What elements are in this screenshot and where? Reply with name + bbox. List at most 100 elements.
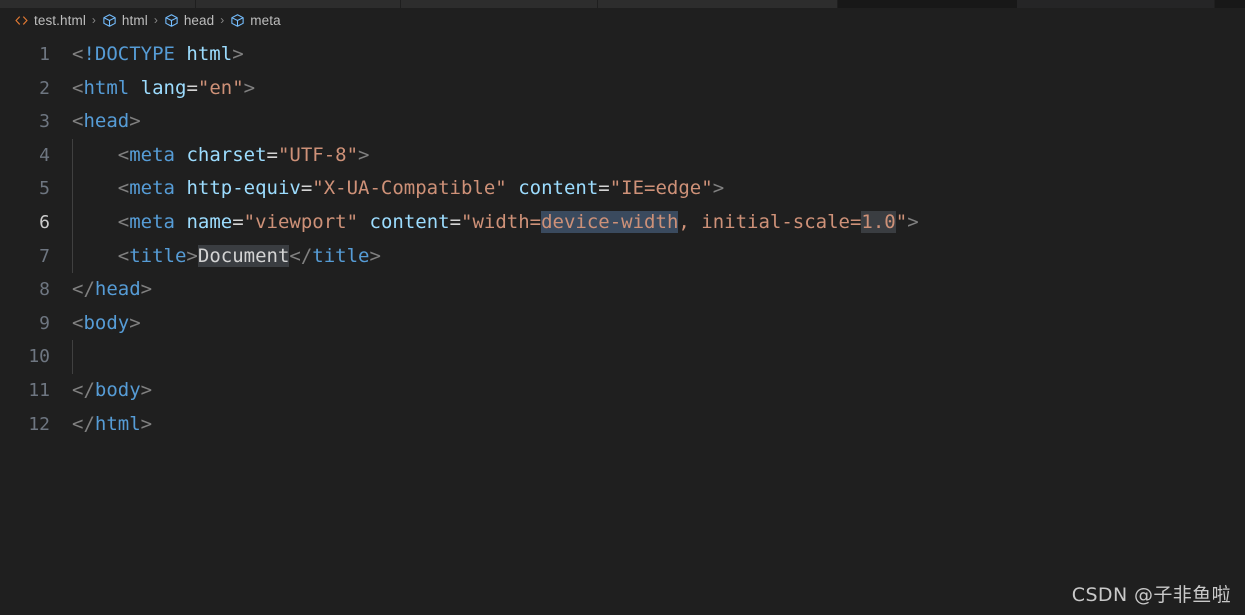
code-token: =	[186, 76, 198, 99]
code-line[interactable]: 12 </html>	[0, 408, 1245, 442]
code-token: html	[94, 412, 141, 435]
breadcrumb-item-label: head	[183, 12, 215, 28]
code-token: "en"	[197, 76, 244, 99]
breadcrumb-item-meta[interactable]: meta	[230, 12, 281, 28]
code-line[interactable]: 5 <meta http-equiv="X-UA-Compatible" con…	[0, 172, 1245, 206]
code-line[interactable]: 9 <body>	[0, 307, 1245, 341]
code-token: <	[72, 43, 84, 65]
code-token: >	[712, 177, 725, 200]
code-line-content[interactable]: <title>Document</title>	[72, 239, 1245, 274]
line-number: 1	[39, 44, 50, 65]
code-token: <	[117, 210, 130, 233]
line-number: 3	[39, 111, 50, 133]
code-lines-container[interactable]: 1 <!DOCTYPE html> 2 <html lang="en"> 3 <head>…	[0, 32, 1245, 441]
tab-segment[interactable]	[1016, 0, 1216, 8]
tab-segment[interactable]	[401, 0, 598, 8]
line-number: 6	[39, 211, 50, 233]
code-token: html	[186, 43, 233, 65]
breadcrumb[interactable]: test.html › html › head › meta	[0, 8, 1245, 32]
breadcrumb-item-test-html[interactable]: test.html	[14, 13, 86, 28]
tab-segment[interactable]	[1215, 0, 1245, 8]
code-line-content[interactable]: <meta http-equiv="X-UA-Compatible" conte…	[72, 172, 1245, 206]
code-line-content[interactable]: <body>	[72, 307, 1245, 341]
code-token: </	[72, 378, 95, 401]
code-line-content[interactable]: <html lang="en">	[72, 72, 1245, 106]
code-line[interactable]: 1 <!DOCTYPE html>	[0, 38, 1245, 72]
tab-segment[interactable]	[597, 0, 838, 8]
code-token: "viewport"	[243, 210, 359, 233]
csdn-watermark: CSDN @子非鱼啦	[1071, 584, 1231, 606]
code-token: <	[117, 143, 130, 166]
code-line-content[interactable]: </body>	[72, 374, 1245, 408]
breadcrumb-separator: ›	[220, 13, 225, 27]
code-line[interactable]: 10	[0, 340, 1245, 374]
code-token: >	[129, 311, 141, 334]
code-token: >	[140, 278, 153, 301]
code-token: >	[186, 244, 198, 267]
code-token: =	[598, 177, 610, 200]
code-token: <	[72, 311, 84, 334]
highlighted-token: Document	[197, 244, 290, 267]
code-token: , initial-scale=	[678, 210, 862, 233]
code-line[interactable]: 6 <meta name="viewport" content="width=d…	[0, 205, 1245, 240]
code-line[interactable]: 4 <meta charset="UTF-8">	[0, 138, 1245, 173]
code-token: "	[895, 210, 908, 233]
code-line-content[interactable]: <head>	[72, 105, 1245, 139]
code-line[interactable]: 7 <title>Document</title>	[0, 239, 1245, 274]
code-line[interactable]: 3 <head>	[0, 105, 1245, 139]
code-token: >	[140, 378, 153, 401]
editor-tab-bar[interactable]	[0, 0, 1245, 8]
code-token: name	[186, 210, 233, 233]
breadcrumb-separator: ›	[153, 13, 158, 27]
code-token: <	[117, 177, 130, 200]
tab-segment[interactable]	[196, 0, 402, 8]
code-line-content[interactable]: <meta name="viewport" content="width=dev…	[72, 205, 1245, 240]
code-token: <	[117, 244, 130, 267]
code-token: body	[83, 311, 130, 334]
code-token: title	[129, 244, 187, 267]
code-line-content[interactable]: </head>	[72, 273, 1245, 307]
selected-text: device-width	[541, 210, 679, 233]
code-token: body	[94, 378, 141, 401]
tab-segment[interactable]	[0, 0, 197, 8]
code-token: meta	[129, 143, 175, 166]
indent-guide	[72, 205, 73, 240]
line-number: 8	[39, 279, 50, 301]
html-file-icon	[14, 13, 29, 28]
code-line-content[interactable]: <meta charset="UTF-8">	[72, 138, 1245, 173]
code-line-content[interactable]	[72, 340, 1245, 374]
tab-segment[interactable]	[837, 0, 1017, 8]
code-line[interactable]: 2 <html lang="en">	[0, 72, 1245, 106]
breadcrumb-item-label: test.html	[34, 12, 86, 28]
line-number: 2	[39, 77, 50, 99]
code-token: !DOCTYPE	[83, 43, 175, 65]
code-line[interactable]: 11 </body>	[0, 374, 1245, 408]
code-line-content[interactable]: </html>	[72, 408, 1245, 442]
code-token: meta	[129, 210, 175, 233]
breadcrumb-item-head[interactable]: head	[164, 13, 214, 28]
code-token: </	[289, 244, 313, 267]
symbol-cube-icon	[102, 13, 117, 28]
code-token: head	[94, 278, 141, 301]
breadcrumb-item-html[interactable]: html	[102, 13, 148, 28]
line-number: 11	[28, 379, 50, 401]
code-line[interactable]: 8 </head>	[0, 273, 1245, 307]
line-number: 7	[39, 245, 50, 267]
code-editor[interactable]: 1 <!DOCTYPE html> 2 <html lang="en"> 3 <head>…	[0, 32, 1245, 615]
code-token: =	[449, 210, 462, 233]
breadcrumb-item-label: meta	[250, 12, 281, 28]
code-token: head	[83, 110, 130, 133]
indent-guide	[72, 138, 73, 173]
symbol-cube-icon	[164, 13, 179, 28]
code-token: content	[518, 177, 599, 200]
code-line-content[interactable]: <!DOCTYPE html>	[72, 38, 1245, 72]
code-token: title	[312, 244, 370, 267]
breadcrumb-separator: ›	[91, 13, 96, 27]
